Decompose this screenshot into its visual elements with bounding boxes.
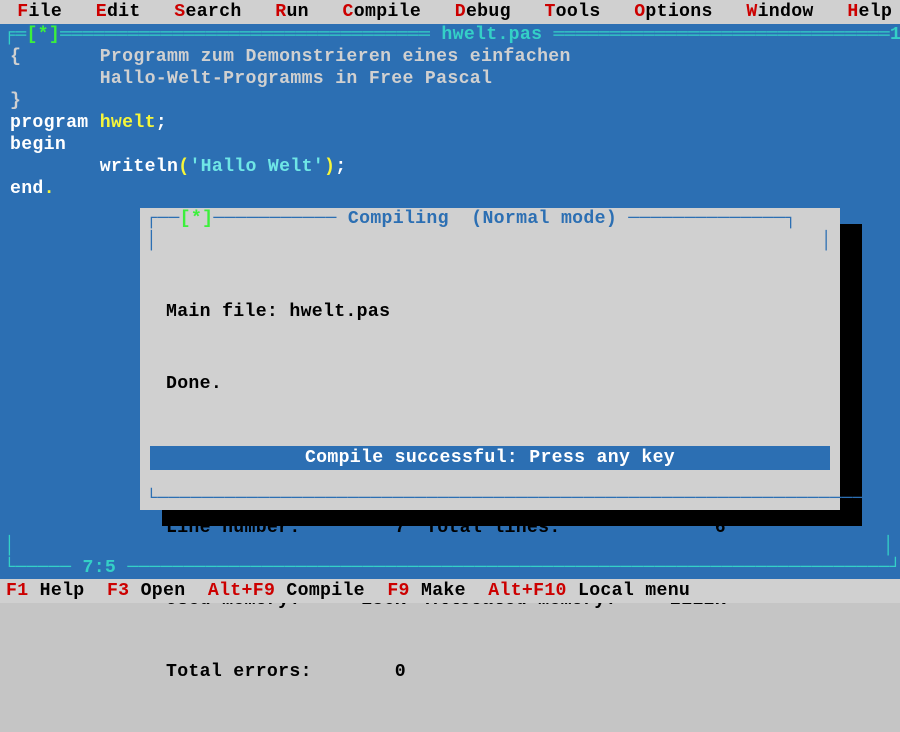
code-line: program hwelt; — [10, 112, 880, 134]
code-area[interactable]: { Programm zum Demonstrieren eines einfa… — [10, 46, 880, 200]
shortcut-bar: F1 Help F3 Open Alt+F9 Compile F9 Make A… — [0, 579, 900, 603]
code-line: begin — [10, 134, 880, 156]
menu-tools[interactable]: Tools — [533, 2, 623, 22]
menu-edit[interactable]: Edit — [85, 2, 164, 22]
menu-run[interactable]: Run — [264, 2, 331, 22]
menu-search[interactable]: Search — [163, 2, 264, 22]
menu-window[interactable]: Window — [735, 2, 836, 22]
code-line: writeln('Hallo Welt'); — [10, 156, 880, 178]
shortcut-open[interactable]: F3 Open — [107, 581, 208, 601]
done-line: Done. — [166, 372, 814, 396]
stat-row: Line number:7 Total lines:6 — [166, 516, 814, 540]
stat-row: Total errors:0 — [166, 660, 814, 684]
menu-help[interactable]: Help — [836, 2, 892, 22]
shortcut-help[interactable]: F1 Help — [6, 581, 107, 601]
shortcut-make[interactable]: F9 Make — [387, 581, 488, 601]
code-line: end. — [10, 178, 880, 200]
menu-bar: File Edit Search Run Compile Debug Tools… — [0, 0, 900, 24]
menu-options[interactable]: Options — [623, 2, 735, 22]
window-top-border: ╒═[*]═════════════════════════════════ h… — [4, 24, 896, 46]
shortcut-compile[interactable]: Alt+F9 Compile — [208, 581, 387, 601]
dialog-top-border: ┌──[*]─────────── Compiling (Normal mode… — [146, 208, 834, 230]
menu-file[interactable]: File — [6, 2, 85, 22]
main-file-value: hwelt.pas — [289, 302, 390, 322]
dialog-bottom-border: └───────────────────────────────────────… — [146, 488, 834, 510]
menu-debug[interactable]: Debug — [444, 2, 534, 22]
code-line: { Programm zum Demonstrieren eines einfa… — [10, 46, 880, 68]
code-line: Hallo-Welt-Programms in Free Pascal — [10, 68, 880, 90]
shortcut-local-menu[interactable]: Alt+F10 Local menu — [488, 581, 690, 601]
compile-dialog[interactable]: ┌──[*]─────────── Compiling (Normal mode… — [140, 208, 840, 510]
compile-status[interactable]: Compile successful: Press any key — [150, 446, 830, 470]
code-line: } — [10, 90, 880, 112]
menu-compile[interactable]: Compile — [331, 2, 443, 22]
